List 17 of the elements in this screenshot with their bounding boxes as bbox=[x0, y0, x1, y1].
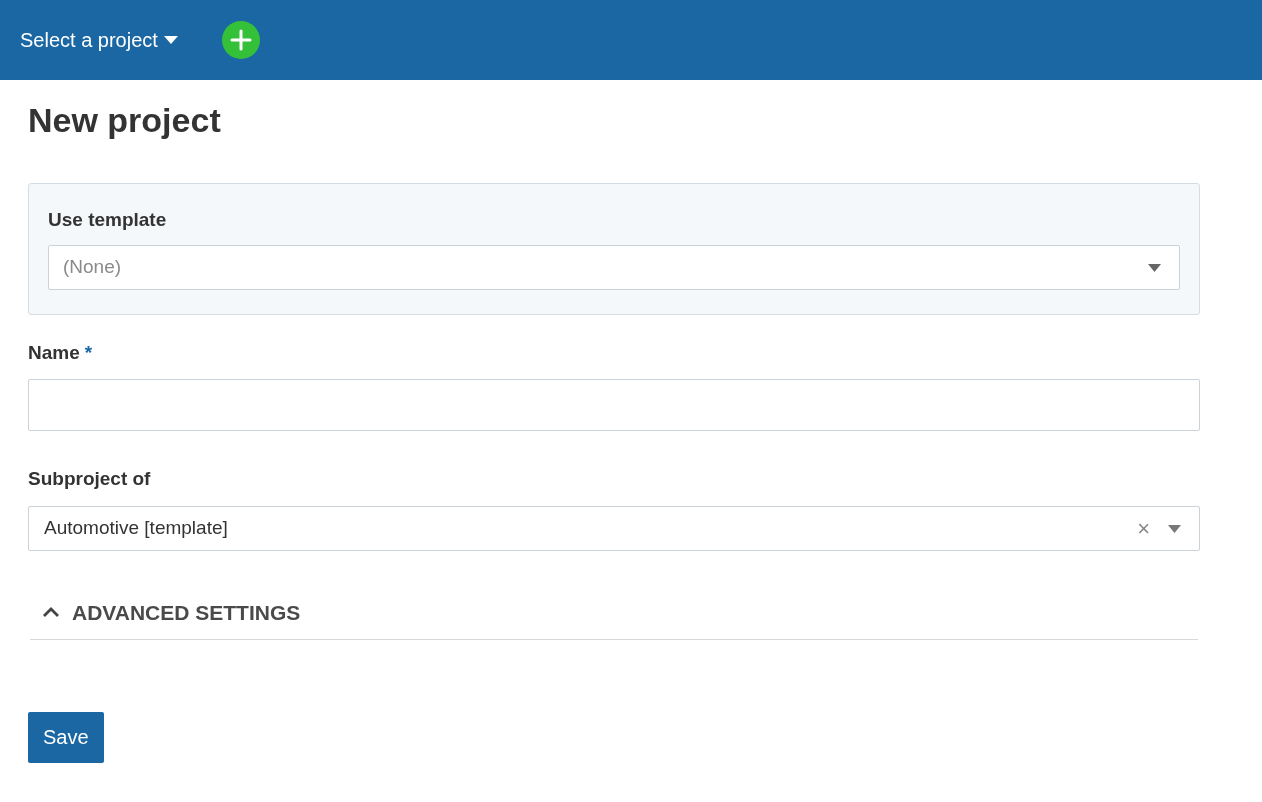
parent-select[interactable]: Automotive [template] × bbox=[28, 506, 1200, 551]
project-selector[interactable]: Select a project bbox=[20, 25, 178, 55]
add-icon[interactable] bbox=[221, 21, 260, 59]
chevron-up-icon bbox=[42, 607, 60, 619]
caret-icon bbox=[1148, 263, 1161, 272]
template-select[interactable]: (None) bbox=[48, 245, 1180, 290]
field-label: Use template bbox=[48, 208, 167, 232]
caret-icon bbox=[163, 36, 178, 44]
name-input[interactable] bbox=[28, 379, 1200, 431]
page-title: New project bbox=[28, 100, 222, 141]
caret-icon bbox=[1168, 524, 1181, 533]
field-label: Name bbox=[28, 341, 80, 365]
save-button[interactable]: Save bbox=[28, 711, 104, 763]
field-label: Subproject of bbox=[28, 467, 151, 491]
clear-button[interactable]: × bbox=[1137, 512, 1150, 545]
required-mark: * bbox=[84, 341, 93, 365]
advanced-settings-toggle[interactable]: ADVANCED SETTINGS bbox=[42, 597, 301, 629]
